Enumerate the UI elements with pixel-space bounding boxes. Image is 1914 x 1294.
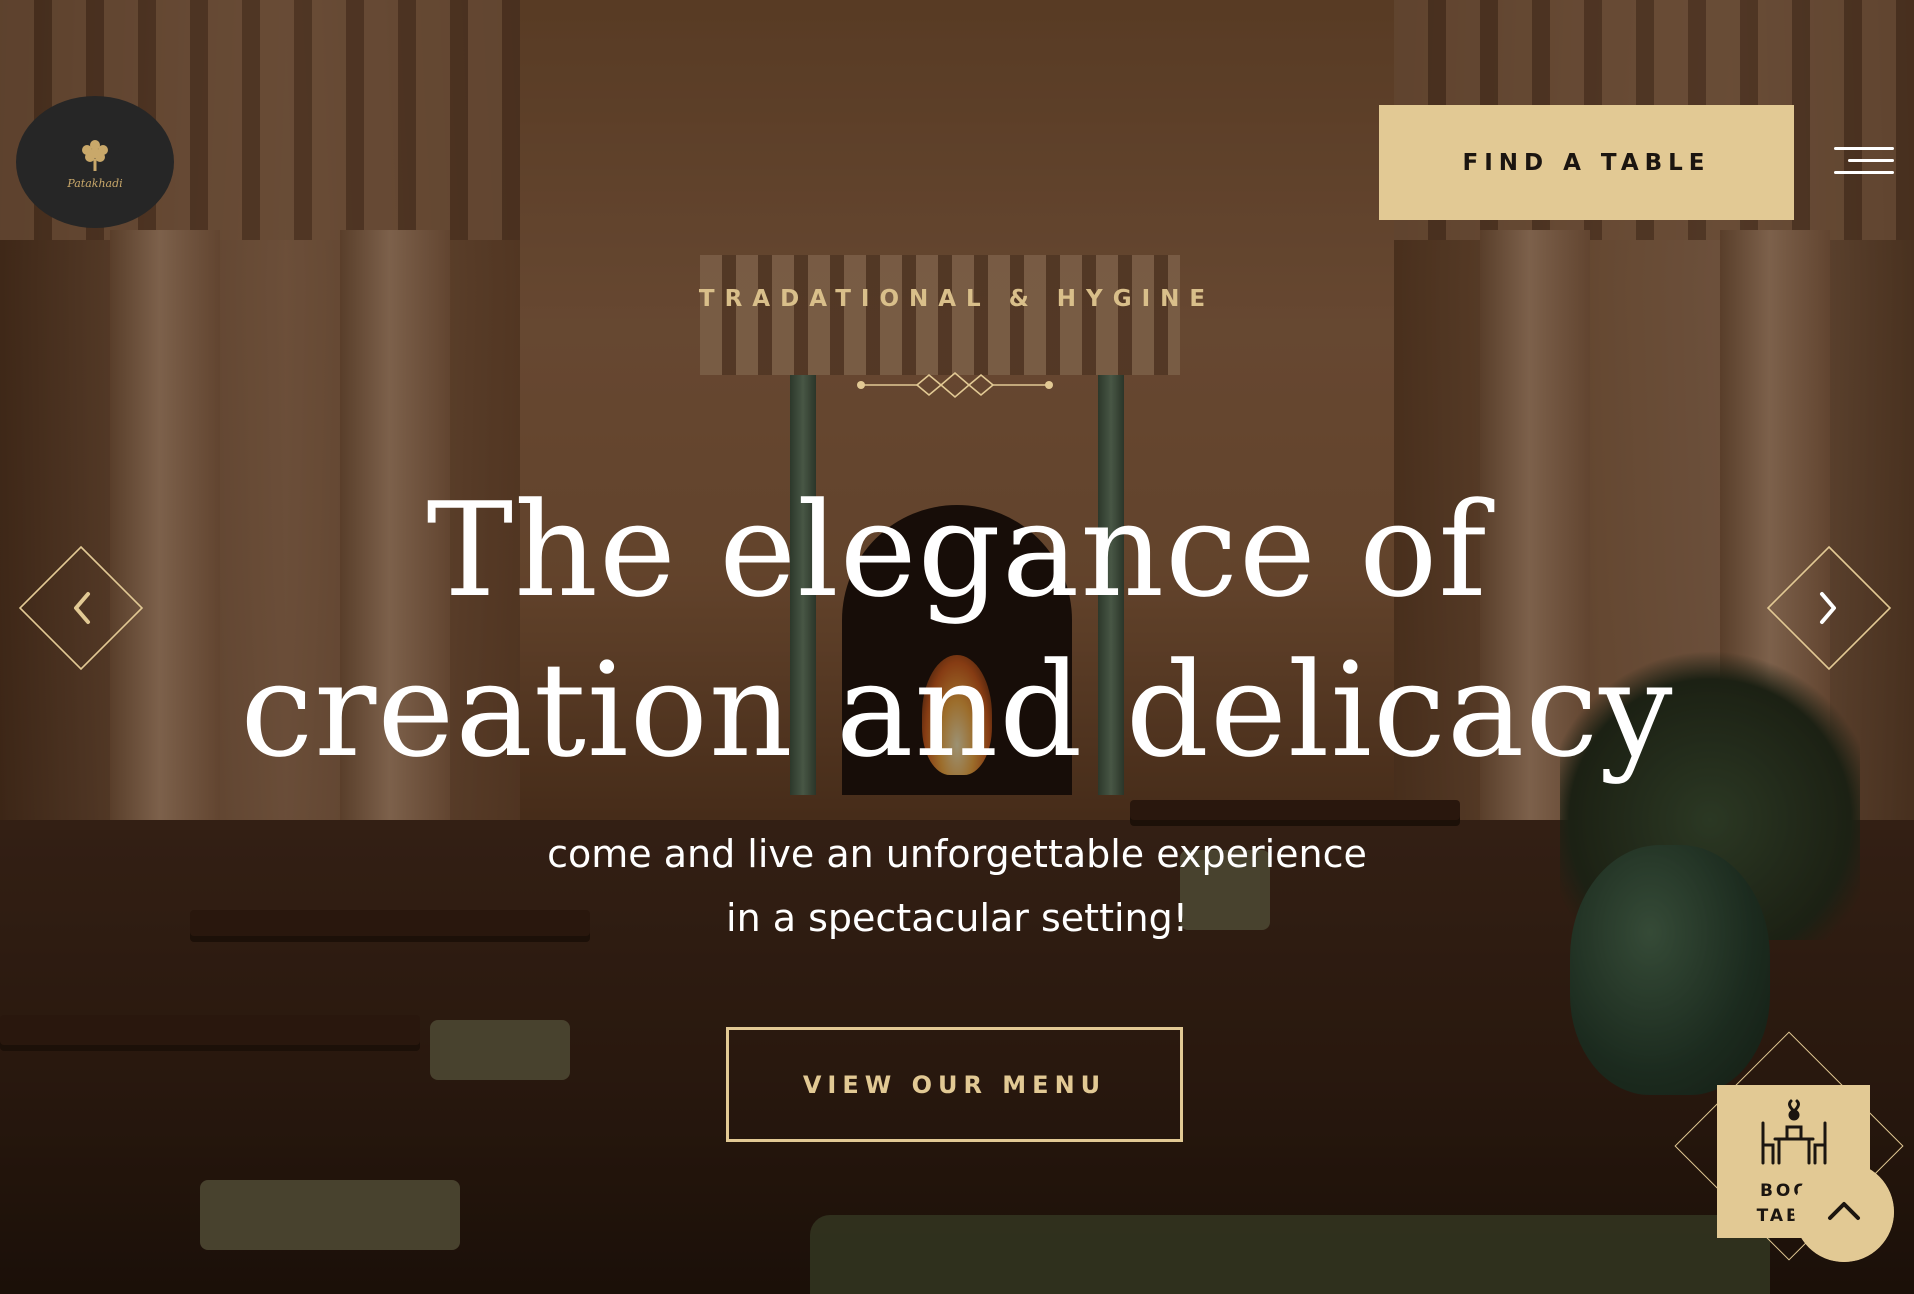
hero-eyebrow: TRADATIONAL & HYGINE (698, 286, 1216, 312)
hero-headline: The elegance of creation and delicacy (0, 470, 1914, 790)
view-our-menu-button[interactable]: VIEW OUR MENU (726, 1027, 1183, 1142)
chevron-right-icon (1820, 592, 1836, 624)
find-a-table-button[interactable]: FIND A TABLE (1379, 105, 1794, 220)
slider-prev-button[interactable] (18, 545, 144, 671)
subtitle-line-1: come and live an unforgettable experienc… (547, 832, 1367, 876)
menu-hamburger-icon[interactable] (1834, 147, 1894, 179)
ornament-divider-icon (857, 371, 1053, 399)
hero-subtitle: come and live an unforgettable experienc… (0, 822, 1914, 950)
headline-line-1: The elegance of (426, 474, 1488, 626)
headline-line-2: creation and delicacy (240, 634, 1674, 786)
tree-logo-icon (82, 139, 108, 171)
logo-text: Patakhadi (67, 176, 123, 190)
scroll-to-top-button[interactable] (1794, 1162, 1894, 1262)
subtitle-line-2: in a spectacular setting! (726, 896, 1188, 940)
dining-table-icon (1761, 1099, 1827, 1165)
chevron-left-icon (74, 592, 90, 624)
site-logo[interactable]: Patakhadi (16, 96, 174, 228)
slider-next-button[interactable] (1766, 545, 1892, 671)
